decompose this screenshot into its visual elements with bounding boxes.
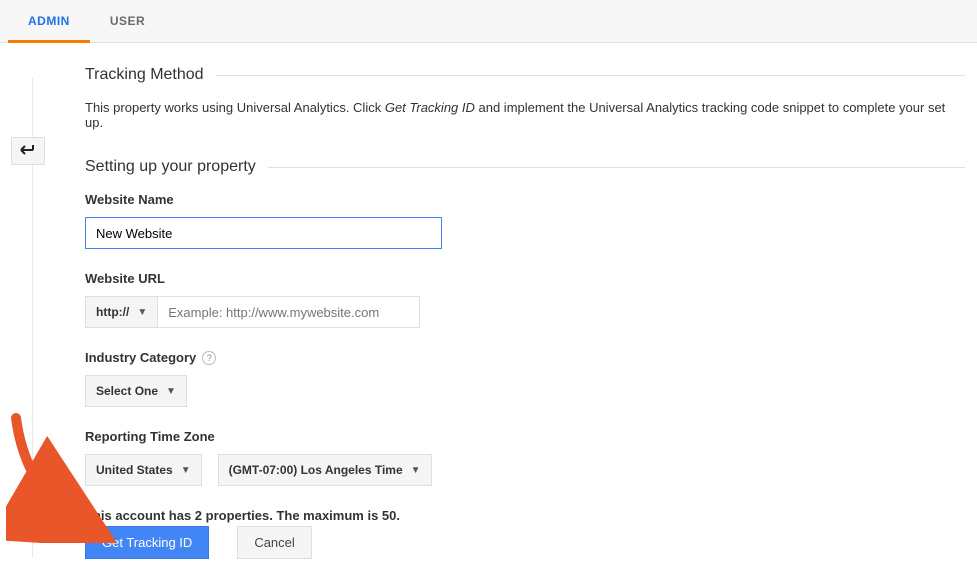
back-arrow-icon xyxy=(19,141,37,162)
label-website-name: Website Name xyxy=(85,192,965,207)
field-website-name: Website Name xyxy=(85,192,965,249)
label-website-url: Website URL xyxy=(85,271,965,286)
chevron-down-icon: ▼ xyxy=(137,307,147,318)
tz-country-value: United States xyxy=(96,463,173,477)
help-icon[interactable]: ? xyxy=(202,351,216,365)
action-buttons: Get Tracking ID Cancel xyxy=(85,526,312,559)
field-timezone: Reporting Time Zone United States ▼ (GMT… xyxy=(85,429,965,486)
divider-line xyxy=(216,75,965,76)
protocol-value: http:// xyxy=(96,305,129,319)
property-count-note: This account has 2 properties. The maxim… xyxy=(85,508,965,523)
field-industry: Industry Category ? Select One ▼ xyxy=(85,350,965,407)
main-content: Tracking Method This property works usin… xyxy=(85,58,965,523)
section-title-tracking: Tracking Method xyxy=(85,66,216,84)
section-setup-property: Setting up your property xyxy=(85,158,965,176)
desc-em: Get Tracking ID xyxy=(385,100,475,115)
tab-admin[interactable]: ADMIN xyxy=(8,0,90,43)
tz-zone-select[interactable]: (GMT-07:00) Los Angeles Time ▼ xyxy=(218,454,432,486)
desc-pre: This property works using Universal Anal… xyxy=(85,100,385,115)
tab-user[interactable]: USER xyxy=(90,0,165,43)
chevron-down-icon: ▼ xyxy=(166,386,176,397)
industry-select[interactable]: Select One ▼ xyxy=(85,375,187,407)
website-url-input[interactable] xyxy=(158,296,420,328)
divider-line xyxy=(268,167,965,168)
tz-country-select[interactable]: United States ▼ xyxy=(85,454,202,486)
get-tracking-id-button[interactable]: Get Tracking ID xyxy=(85,526,209,559)
website-name-input[interactable] xyxy=(85,217,442,249)
back-button[interactable] xyxy=(11,137,45,165)
section-title-setup: Setting up your property xyxy=(85,158,268,176)
tracking-description: This property works using Universal Anal… xyxy=(85,100,965,130)
tab-bar: ADMIN USER xyxy=(0,0,977,43)
chevron-down-icon: ▼ xyxy=(411,465,421,476)
section-tracking-method: Tracking Method xyxy=(85,66,965,84)
label-industry: Industry Category ? xyxy=(85,350,965,365)
label-timezone: Reporting Time Zone xyxy=(85,429,965,444)
industry-label-text: Industry Category xyxy=(85,350,196,365)
cancel-button[interactable]: Cancel xyxy=(237,526,311,559)
industry-value: Select One xyxy=(96,384,158,398)
tz-zone-value: (GMT-07:00) Los Angeles Time xyxy=(229,463,403,477)
field-website-url: Website URL http:// ▼ xyxy=(85,271,965,328)
protocol-select[interactable]: http:// ▼ xyxy=(85,296,158,328)
chevron-down-icon: ▼ xyxy=(181,465,191,476)
